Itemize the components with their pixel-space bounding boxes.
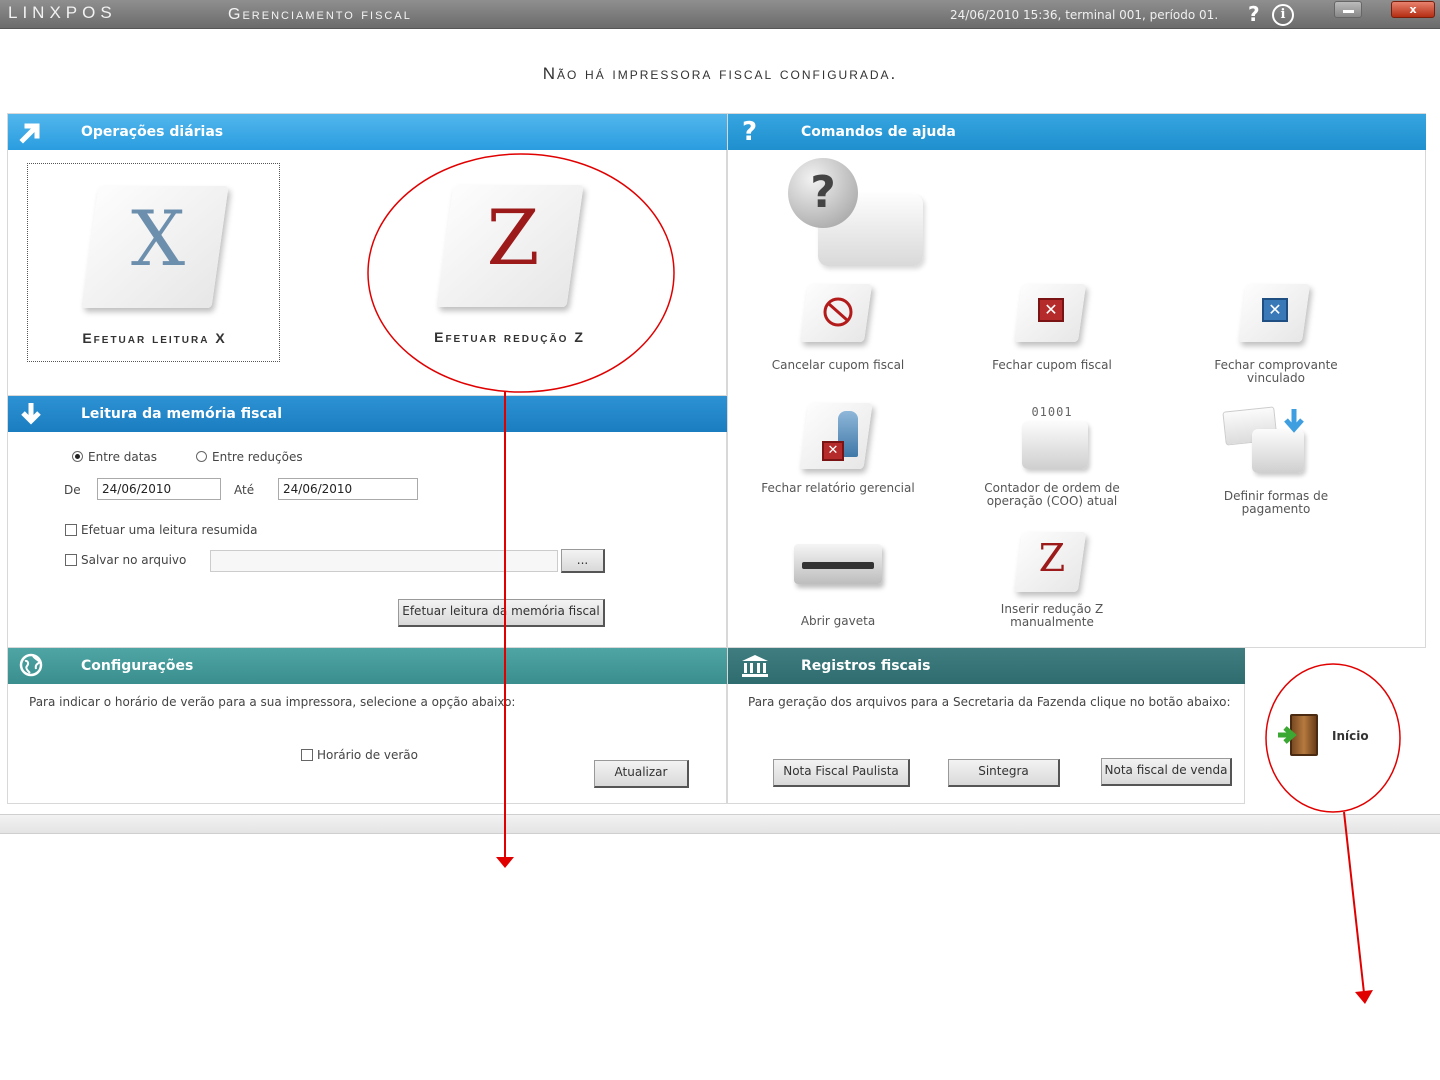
annotation-circle-reducao-z — [367, 153, 675, 393]
annotation-arrow-line-inicio — [1343, 811, 1365, 994]
annotation-circle-inicio — [1265, 663, 1401, 813]
annotation-arrowhead-z — [496, 857, 514, 868]
annotation-overlay — [367, 153, 1401, 1004]
annotation-arrowhead-inicio — [1355, 990, 1373, 1004]
